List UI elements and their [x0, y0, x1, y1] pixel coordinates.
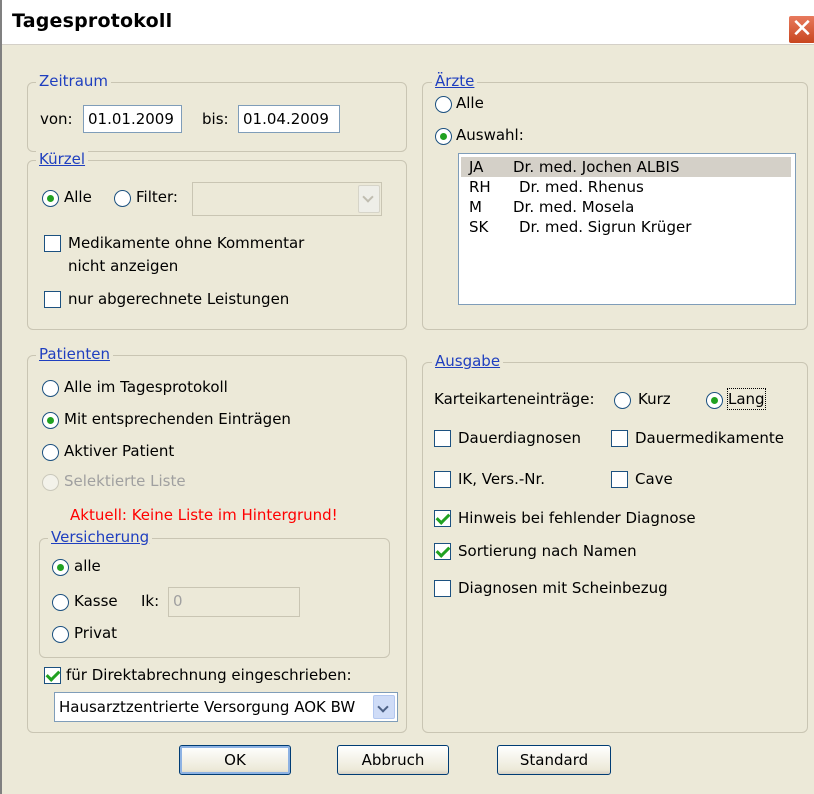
patienten-mit-radio[interactable]: [42, 412, 59, 429]
versicherung-legend: Versicherung: [48, 528, 153, 546]
list-item-arzt[interactable]: RH Dr. med. Rhenus: [461, 177, 791, 197]
cave-checkbox[interactable]: [611, 471, 628, 488]
versicherung-alle-label[interactable]: alle: [74, 556, 101, 576]
arzt-code: M: [469, 198, 482, 216]
patienten-mit-label[interactable]: Mit entsprechenden Einträgen: [64, 409, 291, 429]
kartei-label: Karteikarteneinträge:: [434, 390, 595, 408]
list-item-arzt[interactable]: SK Dr. med. Sigrun Krüger: [461, 217, 791, 237]
patienten-liste-radio: [42, 474, 59, 491]
kuerzel-alle-label[interactable]: Alle: [64, 187, 92, 207]
chevron-down-icon: [358, 185, 380, 213]
dauerdiagnosen-checkbox[interactable]: [434, 430, 451, 447]
patienten-legend: Patienten: [36, 345, 113, 363]
diagnosen-schein-checkbox[interactable]: [434, 580, 451, 597]
aerzte-auswahl-radio[interactable]: [435, 128, 452, 145]
kuerzel-legend: Kürzel: [36, 150, 89, 168]
direktabrechnung-dropdown[interactable]: Hausarztzentrierte Versorgung AOK BW: [54, 692, 398, 722]
dauermedikamente-label[interactable]: Dauermedikamente: [635, 428, 784, 448]
aerzte-auswahl-label[interactable]: Auswahl:: [456, 125, 524, 145]
title-bar: Tagesprotokoll: [2, 0, 814, 45]
cave-label[interactable]: Cave: [635, 469, 673, 489]
versicherung-privat-label[interactable]: Privat: [74, 623, 117, 643]
kuerzel-filter-dropdown: [192, 182, 382, 216]
kuerzel-filter-label[interactable]: Filter:: [136, 187, 178, 207]
kartei-lang-radio[interactable]: [706, 392, 723, 409]
medikamente-checkbox[interactable]: [44, 235, 61, 252]
arzt-name: Dr. med. Rhenus: [519, 178, 644, 196]
status-text: Aktuell: Keine Liste im Hintergrund!: [70, 506, 338, 524]
patienten-alle-radio[interactable]: [42, 380, 59, 397]
direktabrechnung-label[interactable]: für Direktabrechnung eingeschrieben:: [66, 665, 352, 685]
arzt-code: RH: [469, 178, 491, 196]
kuerzel-alle-radio[interactable]: [42, 190, 59, 207]
patienten-aktiv-radio[interactable]: [42, 444, 59, 461]
kartei-lang-label[interactable]: Lang: [727, 388, 766, 410]
versicherung-alle-radio[interactable]: [52, 559, 69, 576]
window-title: Tagesprotokoll: [12, 10, 173, 32]
aerzte-alle-label[interactable]: Alle: [456, 93, 484, 113]
abgerechnet-checkbox[interactable]: [44, 291, 61, 308]
dauerdiagnosen-label[interactable]: Dauerdiagnosen: [458, 428, 581, 448]
arzt-name: Dr. med. Sigrun Krüger: [519, 218, 692, 236]
abbruch-button[interactable]: Abbruch: [337, 745, 449, 775]
kartei-kurz-label[interactable]: Kurz: [638, 389, 671, 409]
dialog-window: Tagesprotokoll ✕ Zeitraum von: 01.01.200…: [0, 0, 814, 794]
abgerechnet-label[interactable]: nur abgerechnete Leistungen: [68, 289, 289, 309]
versicherung-kasse-radio[interactable]: [52, 594, 69, 611]
von-label: von:: [40, 110, 73, 128]
bis-date-field[interactable]: 01.04.2009: [238, 105, 340, 133]
kartei-kurz-radio[interactable]: [614, 392, 631, 409]
direktabrechnung-checkbox[interactable]: [44, 667, 61, 684]
ik-field: 0: [168, 587, 300, 617]
zeitraum-legend: Zeitraum: [36, 72, 112, 90]
arzt-code: SK: [469, 218, 489, 236]
ausgabe-legend: Ausgabe: [432, 352, 504, 370]
dauermedikamente-checkbox[interactable]: [611, 430, 628, 447]
patienten-liste-label: Selektierte Liste: [64, 472, 186, 490]
versicherung-privat-radio[interactable]: [52, 626, 69, 643]
patienten-alle-label[interactable]: Alle im Tagesprotokoll: [64, 377, 228, 397]
patienten-aktiv-label[interactable]: Aktiver Patient: [64, 441, 174, 461]
ik-vers-label[interactable]: IK, Vers.-Nr.: [458, 469, 545, 489]
close-icon[interactable]: ✕: [788, 15, 814, 44]
kuerzel-filter-radio[interactable]: [114, 190, 131, 207]
arzt-name: Dr. med. Mosela: [513, 198, 635, 216]
ik-label: Ik:: [141, 592, 160, 610]
arzt-code: JA: [469, 158, 484, 176]
list-item-arzt[interactable]: JA Dr. med. Jochen ALBIS: [461, 157, 791, 177]
hinweis-label[interactable]: Hinweis bei fehlender Diagnose: [458, 508, 696, 528]
chevron-down-icon[interactable]: [373, 695, 395, 719]
aerzte-listbox[interactable]: JA Dr. med. Jochen ALBIS RH Dr. med. Rhe…: [458, 153, 796, 305]
standard-button[interactable]: Standard: [497, 745, 611, 775]
medikamente-label-line2[interactable]: nicht anzeigen: [68, 256, 178, 276]
medikamente-label-line1[interactable]: Medikamente ohne Kommentar: [68, 233, 304, 253]
aerzte-alle-radio[interactable]: [435, 96, 452, 113]
sortierung-label[interactable]: Sortierung nach Namen: [458, 541, 637, 561]
ok-button[interactable]: OK: [179, 745, 291, 775]
aerzte-legend: Ärzte: [432, 72, 478, 90]
bis-label: bis:: [202, 110, 229, 128]
sortierung-checkbox[interactable]: [434, 543, 451, 560]
list-item-arzt[interactable]: M Dr. med. Mosela: [461, 197, 791, 217]
von-date-field[interactable]: 01.01.2009: [83, 105, 182, 133]
ik-vers-checkbox[interactable]: [434, 471, 451, 488]
diagnosen-schein-label[interactable]: Diagnosen mit Scheinbezug: [458, 578, 668, 598]
arzt-name: Dr. med. Jochen ALBIS: [513, 158, 680, 176]
versicherung-kasse-label[interactable]: Kasse: [74, 591, 118, 611]
hinweis-checkbox[interactable]: [434, 510, 451, 527]
